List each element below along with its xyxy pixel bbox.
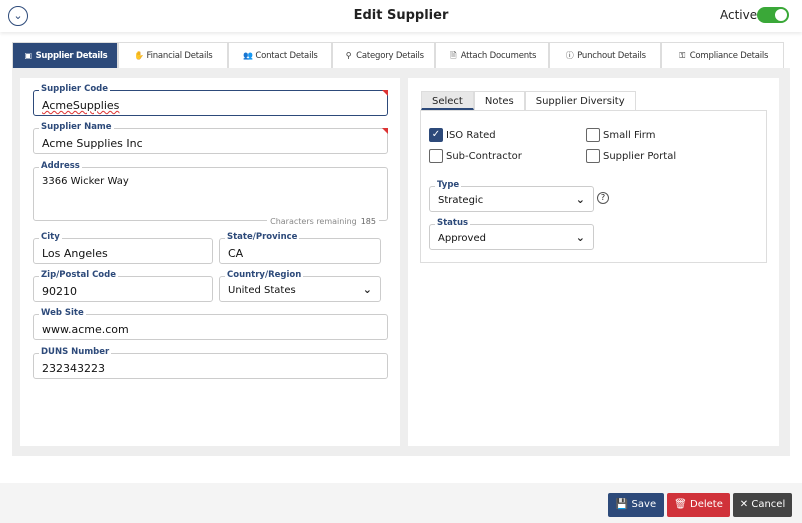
tab-supplier-details[interactable]: ▣ Supplier Details: [12, 42, 118, 68]
check-icon: ✓: [429, 128, 443, 142]
checkbox-box: [586, 128, 600, 142]
tab-contact-details[interactable]: 👥 Contact Details: [228, 42, 332, 68]
field-value: AcmeSupplies: [42, 99, 120, 112]
help-icon[interactable]: ?: [597, 192, 609, 204]
checkbox-label: ISO Rated: [446, 129, 496, 141]
field-label: Zip/Postal Code: [39, 270, 118, 280]
tab-label: Financial Details: [146, 51, 213, 61]
trash-icon: 🗑: [674, 499, 687, 510]
field-value: 90210: [42, 285, 77, 298]
tab-attach-documents[interactable]: 🗎 Attach Documents: [435, 42, 549, 68]
supplier-code-input[interactable]: Supplier Code AcmeSupplies: [33, 84, 388, 116]
supplier-name-input[interactable]: Supplier Name Acme Supplies Inc: [33, 122, 388, 154]
tab-bar: ▣ Supplier Details ✋ Financial Details 👥 Co…: [12, 42, 784, 68]
tab-select[interactable]: Select: [421, 91, 474, 110]
delete-label: Delete: [690, 499, 723, 510]
chevron-down-icon: ⌄: [575, 193, 585, 206]
checkbox-box: [586, 149, 600, 163]
checkbox-label: Sub-Contractor: [446, 150, 522, 162]
tab-label: Compliance Details: [689, 51, 769, 61]
iso-rated-checkbox[interactable]: ✓ ISO Rated: [429, 128, 496, 142]
chevron-down-icon: ⌄: [362, 283, 372, 296]
field-label: DUNS Number: [39, 347, 112, 357]
field-label: State/Province: [225, 232, 300, 242]
chars-count: 185: [360, 217, 376, 226]
active-label: Active: [720, 8, 758, 22]
country-select[interactable]: Country/Region United States ⌄: [219, 270, 381, 302]
duns-input[interactable]: DUNS Number 232343223: [33, 347, 388, 379]
field-label: Web Site: [39, 308, 86, 318]
sub-contractor-checkbox[interactable]: Sub-Contractor: [429, 149, 522, 163]
field-label: Type: [435, 180, 462, 190]
field-label: Country/Region: [225, 270, 304, 280]
tab-label: Category Details: [356, 51, 424, 61]
page-title: Edit Supplier: [353, 8, 449, 23]
field-value: 232343223: [42, 362, 105, 375]
save-icon: 💾: [615, 499, 629, 510]
city-input[interactable]: City Los Angeles: [33, 232, 213, 264]
required-marker: [382, 90, 388, 96]
required-marker: [382, 128, 388, 134]
field-value: CA: [228, 247, 244, 260]
field-label: Supplier Code: [39, 84, 111, 94]
checkbox-label: Supplier Portal: [603, 150, 677, 162]
tab-punchout-details[interactable]: ⓘ Punchout Details: [549, 42, 661, 68]
field-label: Supplier Name: [39, 122, 114, 132]
field-value: www.acme.com: [42, 323, 129, 336]
tab-label: Punchout Details: [577, 51, 646, 61]
tab-category-details[interactable]: ⚲ Category Details: [332, 42, 435, 68]
tab-label: Contact Details: [255, 51, 318, 61]
tab-financial-details[interactable]: ✋ Financial Details: [118, 42, 228, 68]
delete-button[interactable]: 🗑 Delete: [667, 493, 730, 517]
field-value: Approved: [438, 233, 486, 244]
cancel-label: Cancel: [751, 499, 786, 510]
chars-remaining: Characters remaining 185: [267, 217, 379, 226]
field-label: Status: [435, 218, 471, 228]
close-icon: ✕: [739, 499, 749, 510]
status-select[interactable]: Status Approved ⌄: [429, 218, 594, 250]
chars-label: Characters remaining: [270, 217, 357, 226]
active-toggle[interactable]: [757, 7, 789, 23]
field-value: Acme Supplies Inc: [42, 137, 143, 150]
info-icon: ⓘ: [565, 51, 574, 60]
tab-notes[interactable]: Notes: [473, 91, 525, 110]
tab-label: Attach Documents: [460, 51, 537, 61]
field-value: 3366 Wicker Way: [42, 176, 129, 187]
cancel-button[interactable]: ✕ Cancel: [733, 493, 792, 517]
checkbox-box: [429, 149, 443, 163]
hand-money-icon: ✋: [134, 51, 144, 60]
chevron-down-icon: ⌄: [575, 231, 585, 244]
field-label: City: [39, 232, 62, 242]
tab-supplier-diversity[interactable]: Supplier Diversity: [524, 91, 636, 110]
address-textarea[interactable]: Address 3366 Wicker Way Characters remaini…: [33, 161, 388, 226]
type-select[interactable]: Type Strategic ⌄: [429, 180, 594, 212]
tab-label: Supplier Details: [35, 51, 108, 61]
website-input[interactable]: Web Site www.acme.com: [33, 308, 388, 340]
id-card-icon: ▣: [24, 51, 32, 60]
field-label: Address: [39, 161, 82, 171]
key-icon: ⚿: [679, 51, 686, 60]
users-icon: 👥: [242, 51, 253, 60]
document-icon: 🗎: [450, 51, 457, 60]
zip-input[interactable]: Zip/Postal Code 90210: [33, 270, 213, 302]
small-firm-checkbox[interactable]: Small Firm: [586, 128, 655, 142]
field-value: Los Angeles: [42, 247, 108, 260]
save-button[interactable]: 💾 Save: [608, 493, 664, 517]
map-pin-icon: ⚲: [345, 51, 352, 60]
field-value: United States: [228, 285, 296, 296]
checkbox-label: Small Firm: [603, 129, 656, 141]
tab-compliance-details[interactable]: ⚿ Compliance Details: [661, 42, 784, 68]
supplier-portal-checkbox[interactable]: Supplier Portal: [586, 149, 676, 163]
state-input[interactable]: State/Province CA: [219, 232, 381, 264]
side-tab-bar: Select Notes Supplier Diversity: [421, 91, 636, 110]
field-value: Strategic: [438, 195, 484, 206]
save-label: Save: [631, 499, 657, 510]
